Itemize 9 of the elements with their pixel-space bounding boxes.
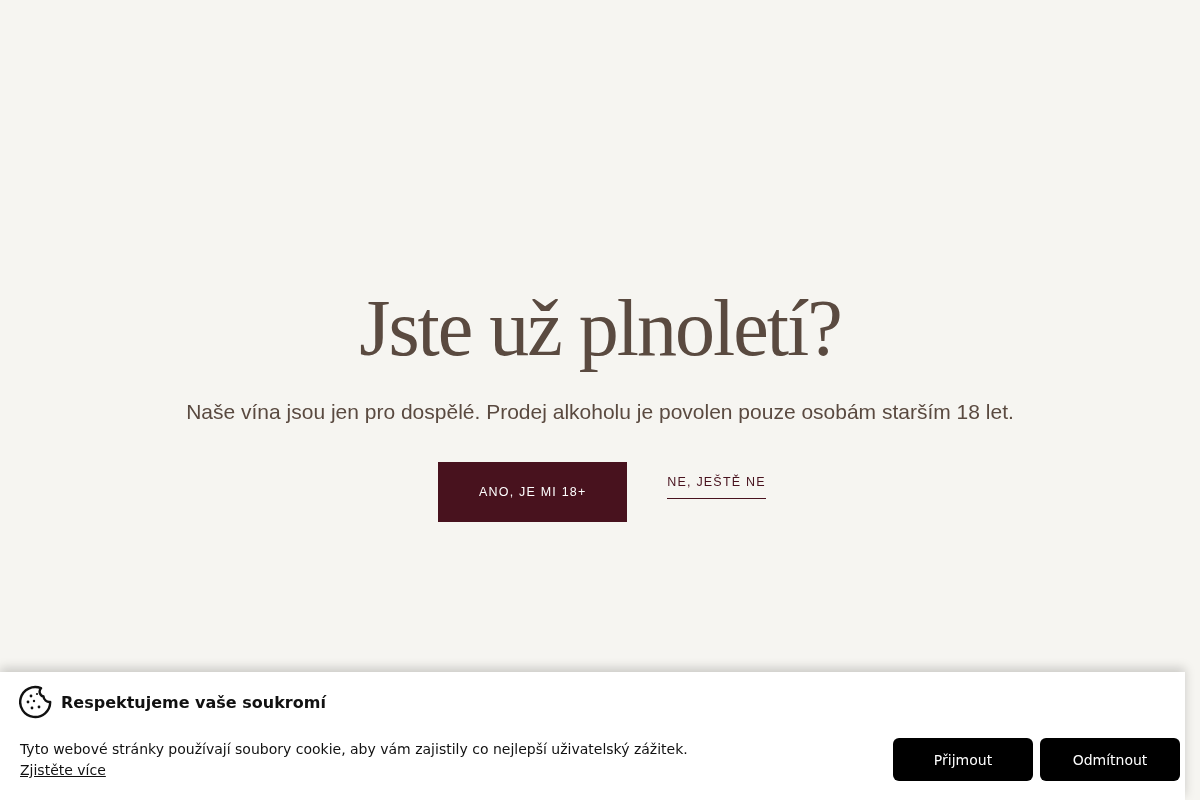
cookie-banner-title: Respektujeme vaše soukromí xyxy=(61,692,326,712)
decline-age-link[interactable]: NE, JEŠTĚ NE xyxy=(667,475,766,499)
cookie-notice-text: Tyto webové stránky používají soubory cookie, aby vám zajistily co nejlepší uživatelský zážitek. xyxy=(20,740,688,759)
confirm-age-button[interactable]: ANO, JE MI 18+ xyxy=(438,462,628,522)
learn-more-link[interactable]: Zjistěte více xyxy=(20,760,106,781)
accept-cookies-button[interactable]: Přijmout xyxy=(893,738,1033,781)
reject-cookies-button[interactable]: Odmítnout xyxy=(1040,738,1180,781)
age-notice-text: Naše vína jsou jen pro dospělé. Prodej alkoholu je povolen pouze osobám starším 18 let. xyxy=(186,400,1014,424)
cookie-icon xyxy=(19,685,53,719)
